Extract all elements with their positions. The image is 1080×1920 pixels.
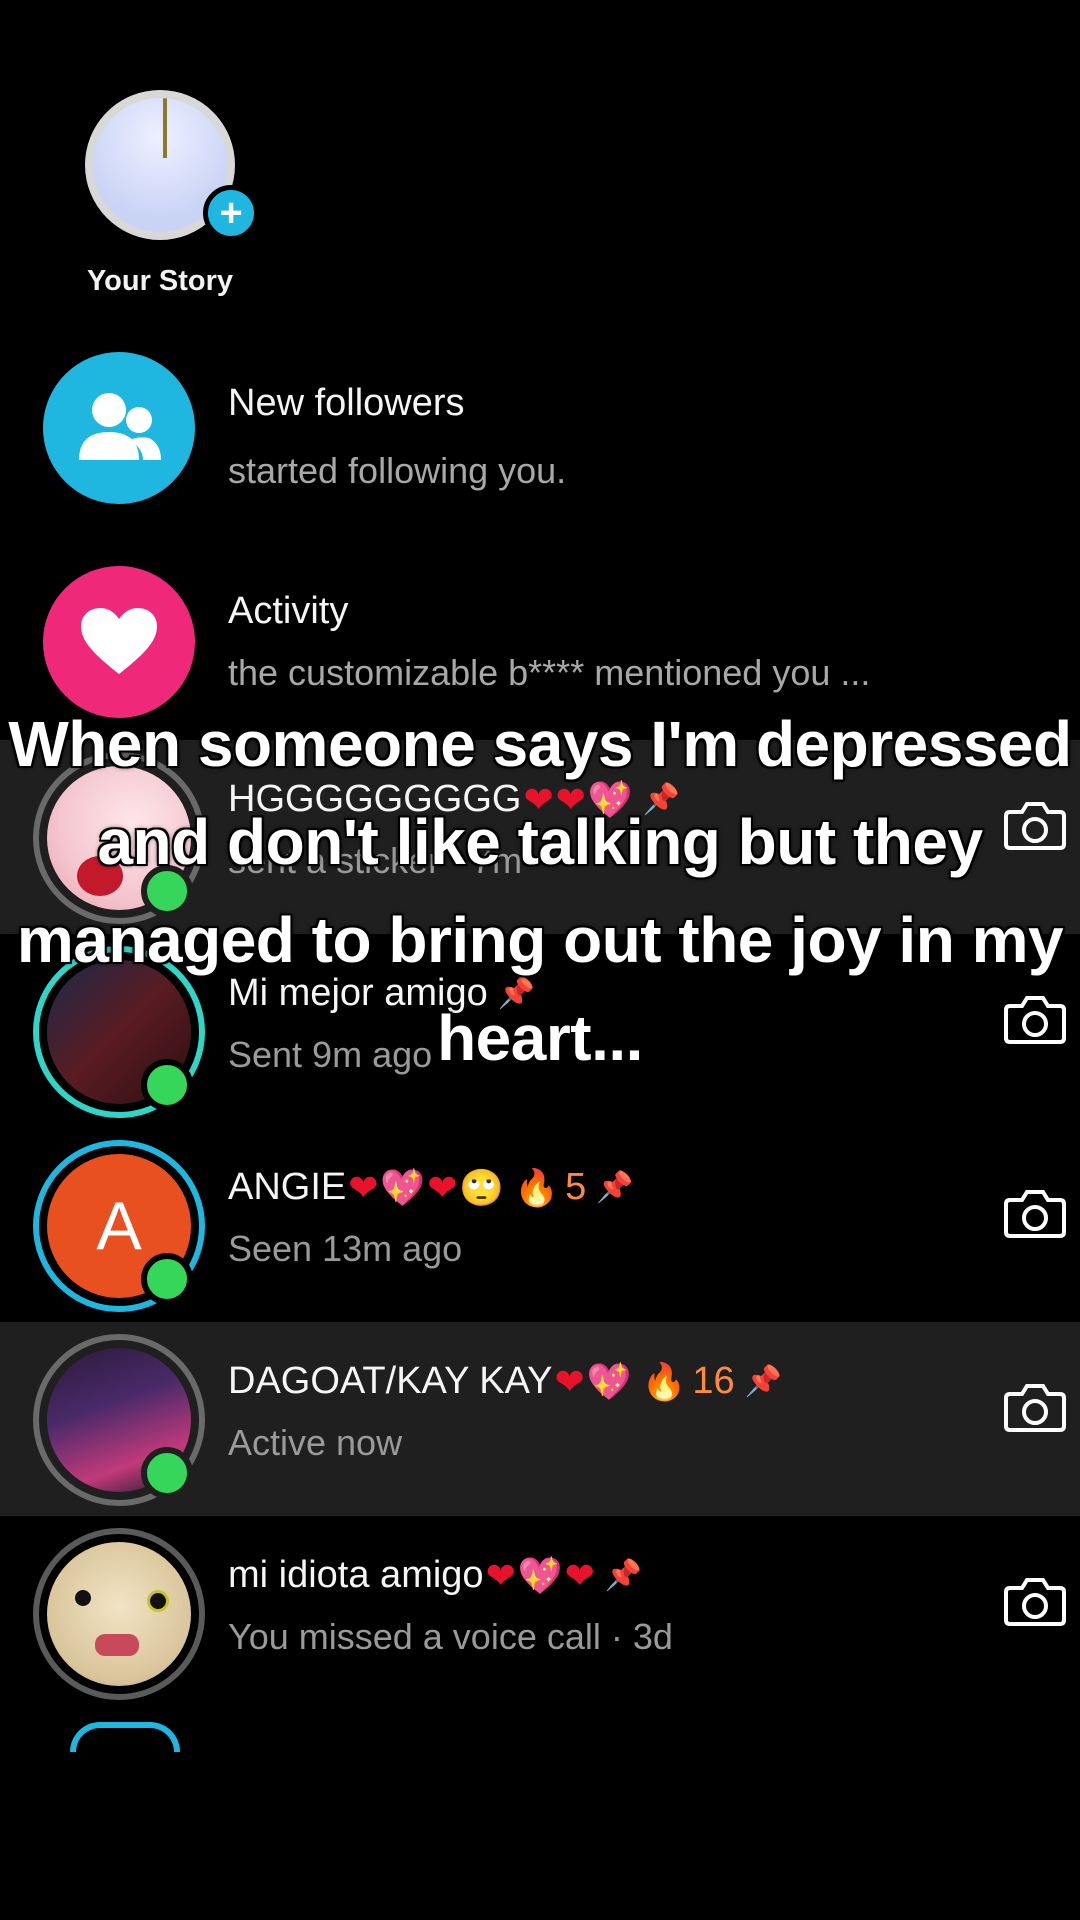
camera-icon[interactable] [1004,1576,1066,1628]
chat-row[interactable]: mi idiota amigo ❤ 💖 ❤ 📌 You missed a voice… [0,1516,1080,1710]
chat-avatar[interactable] [33,1334,205,1506]
your-story[interactable]: + Your Story [40,90,280,310]
new-followers-avatar [43,352,195,504]
chat-name: DAGOAT/KAY KAY ❤ 💖 🔥 16 📌 [228,1360,782,1402]
chat-status: You missed a voice call · 3d [228,1616,673,1657]
chat-name: ANGIE ❤ 💖 ❤ 🙄 🔥 5 📌 [228,1166,634,1208]
heart-icon [81,608,157,674]
streak-count: 5 [565,1166,587,1208]
pin-icon: 📌 [744,1365,782,1398]
streak-count: 16 [692,1360,735,1402]
avatar-letter: A [96,1188,142,1264]
chat-avatar[interactable] [33,1528,205,1700]
people-icon [79,393,161,460]
chat-name: mi idiota amigo ❤ 💖 ❤ 📌 [228,1554,643,1596]
camera-icon[interactable] [1004,1382,1066,1434]
camera-icon[interactable] [1004,1188,1066,1240]
next-chat-avatar-peek [70,1722,180,1752]
online-indicator [141,1447,193,1499]
fire-icon: 🔥 [641,1360,687,1402]
chat-inbox-screen: + Your Story New followers started follo… [0,0,1080,1920]
activity-title: Activity [228,590,349,632]
chat-row[interactable]: A ANGIE ❤ 💖 ❤ 🙄 🔥 5 📌 Seen 13m ago [0,1128,1080,1322]
new-followers-title: New followers [228,382,465,424]
pin-icon: 📌 [604,1559,643,1592]
add-story-button[interactable]: + [203,185,259,241]
pin-icon: 📌 [596,1171,634,1204]
new-followers-subtitle: started following you. [228,450,567,491]
activity-subtitle: the customizable b**** mentioned you ... [228,652,871,693]
story-label: Your Story [86,265,234,297]
chat-status: Active now [228,1422,403,1463]
chat-avatar[interactable]: A [33,1140,205,1312]
chat-status: Seen 13m ago [228,1228,463,1269]
fire-icon: 🔥 [514,1166,560,1208]
overlay-caption: When someone says I'm depressed and don'… [8,708,1072,1074]
plus-icon: + [219,191,243,235]
online-indicator [141,1253,193,1305]
chat-row[interactable]: DAGOAT/KAY KAY ❤ 💖 🔥 16 📌 Active now [0,1322,1080,1516]
new-followers-row[interactable]: New followers started following you. [0,352,1080,546]
